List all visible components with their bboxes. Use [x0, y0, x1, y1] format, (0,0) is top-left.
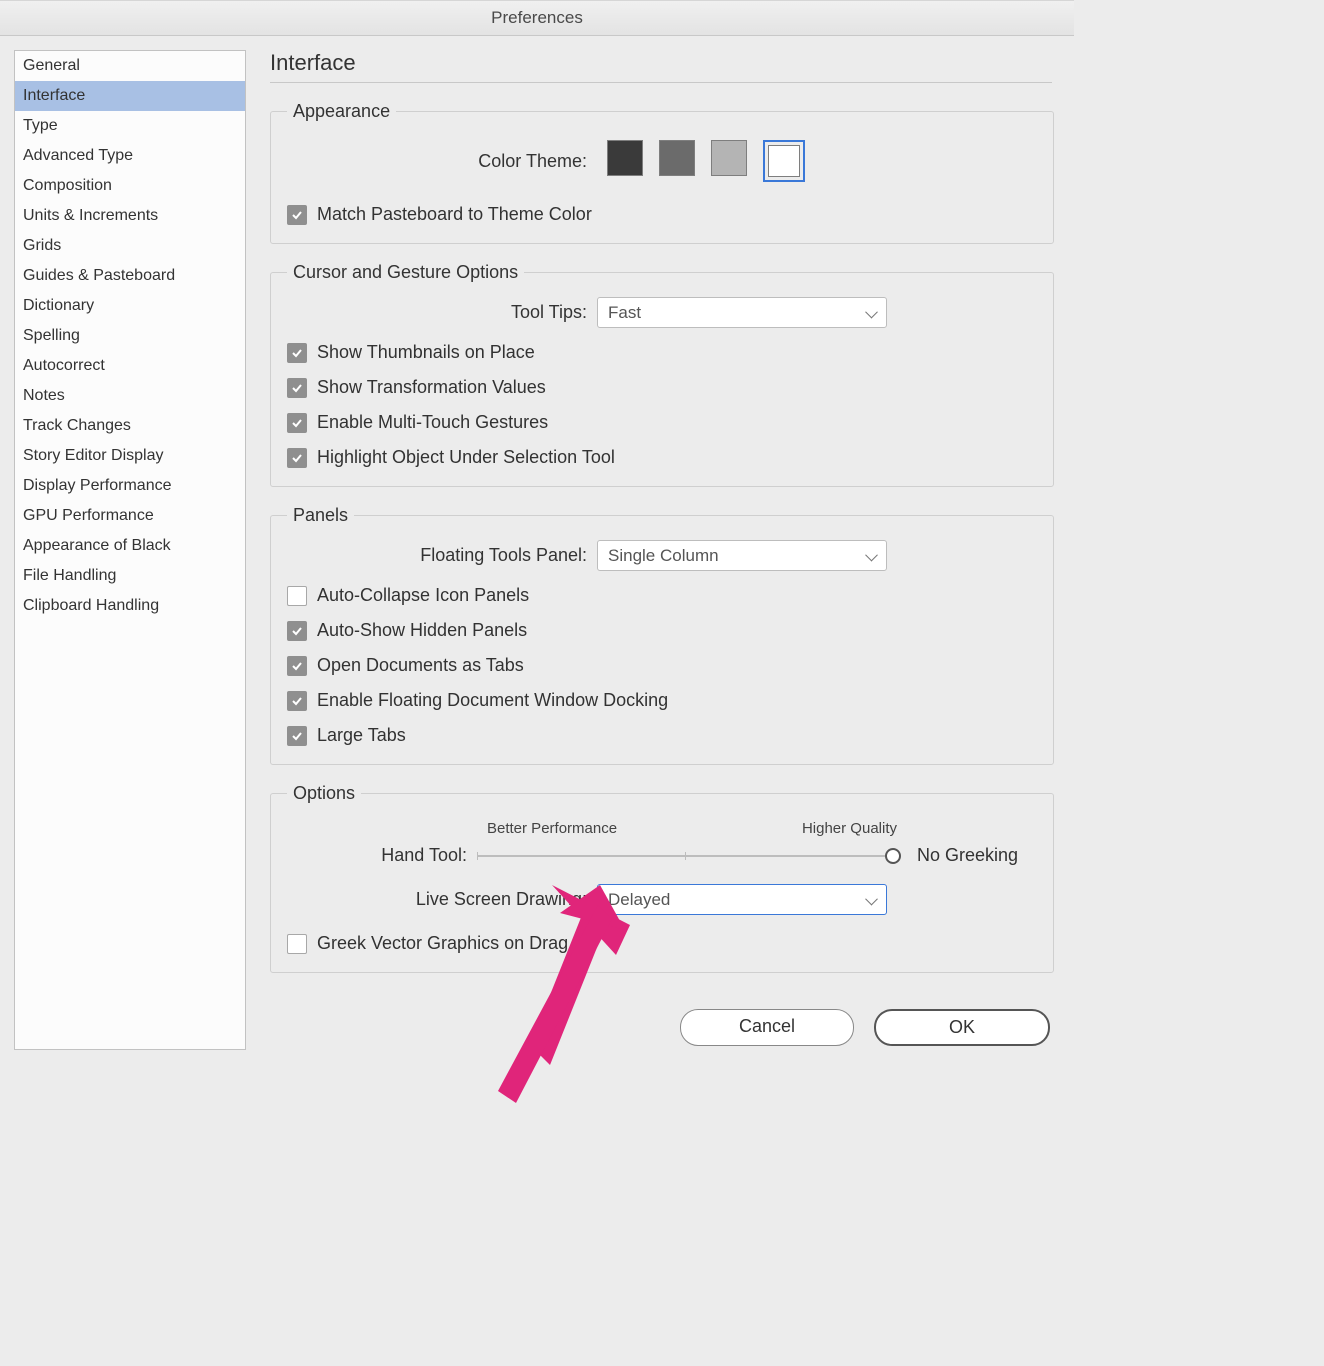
auto-collapse-checkbox[interactable]: [287, 586, 307, 606]
open-as-tabs-checkbox[interactable]: [287, 656, 307, 676]
large-tabs-label: Large Tabs: [317, 725, 406, 746]
panels-legend: Panels: [287, 505, 354, 526]
sidebar-item-story-editor-display[interactable]: Story Editor Display: [15, 441, 245, 471]
greek-vector-label: Greek Vector Graphics on Drag: [317, 933, 568, 954]
cursor-gesture-group: Cursor and Gesture Options Tool Tips: Fa…: [270, 262, 1054, 487]
match-pasteboard-label: Match Pasteboard to Theme Color: [317, 204, 592, 225]
sidebar-item-autocorrect[interactable]: Autocorrect: [15, 351, 245, 381]
color-theme-swatches: [607, 140, 805, 182]
swatch-medium-light[interactable]: [711, 140, 747, 176]
enable-multitouch-checkbox[interactable]: [287, 413, 307, 433]
sidebar-item-display-performance[interactable]: Display Performance: [15, 471, 245, 501]
swatch-dark[interactable]: [607, 140, 643, 176]
sidebar-item-file-handling[interactable]: File Handling: [15, 561, 245, 591]
no-greeking-label: No Greeking: [917, 845, 1037, 866]
higher-quality-label: Higher Quality: [802, 820, 897, 837]
auto-collapse-label: Auto-Collapse Icon Panels: [317, 585, 529, 606]
floating-tools-label: Floating Tools Panel:: [287, 545, 587, 566]
preferences-window: Preferences General Interface Type Advan…: [0, 0, 1074, 1064]
swatch-light[interactable]: [763, 140, 805, 182]
match-pasteboard-checkbox[interactable]: [287, 205, 307, 225]
sidebar-item-general[interactable]: General: [15, 51, 245, 81]
highlight-object-label: Highlight Object Under Selection Tool: [317, 447, 615, 468]
show-transformation-checkbox[interactable]: [287, 378, 307, 398]
options-legend: Options: [287, 783, 361, 804]
category-sidebar: General Interface Type Advanced Type Com…: [14, 50, 246, 1050]
main-content: Interface Appearance Color Theme:: [270, 50, 1060, 1050]
options-group: Options Better Performance Higher Qualit…: [270, 783, 1054, 973]
enable-docking-label: Enable Floating Document Window Docking: [317, 690, 668, 711]
tool-tips-select[interactable]: Fast: [597, 297, 887, 328]
color-theme-label: Color Theme:: [287, 151, 587, 172]
dialog-footer: Cancel OK: [270, 991, 1060, 1050]
tool-tips-label: Tool Tips:: [287, 302, 587, 323]
better-performance-label: Better Performance: [487, 820, 667, 837]
swatch-medium-dark[interactable]: [659, 140, 695, 176]
large-tabs-checkbox[interactable]: [287, 726, 307, 746]
appearance-group: Appearance Color Theme: Match P: [270, 101, 1054, 244]
sidebar-item-grids[interactable]: Grids: [15, 231, 245, 261]
cancel-button[interactable]: Cancel: [680, 1009, 854, 1046]
greek-vector-checkbox[interactable]: [287, 934, 307, 954]
sidebar-item-composition[interactable]: Composition: [15, 171, 245, 201]
show-thumbnails-label: Show Thumbnails on Place: [317, 342, 535, 363]
sidebar-item-appearance-of-black[interactable]: Appearance of Black: [15, 531, 245, 561]
hand-tool-slider[interactable]: [477, 855, 893, 857]
ok-button[interactable]: OK: [874, 1009, 1050, 1046]
hand-tool-label: Hand Tool:: [287, 845, 467, 866]
sidebar-item-interface[interactable]: Interface: [15, 81, 245, 111]
floating-tools-select[interactable]: Single Column: [597, 540, 887, 571]
sidebar-item-type[interactable]: Type: [15, 111, 245, 141]
live-screen-drawing-label: Live Screen Drawing:: [287, 889, 587, 910]
auto-show-hidden-label: Auto-Show Hidden Panels: [317, 620, 527, 641]
sidebar-item-notes[interactable]: Notes: [15, 381, 245, 411]
panels-group: Panels Floating Tools Panel: Single Colu…: [270, 505, 1054, 765]
show-thumbnails-checkbox[interactable]: [287, 343, 307, 363]
highlight-object-checkbox[interactable]: [287, 448, 307, 468]
enable-multitouch-label: Enable Multi-Touch Gestures: [317, 412, 548, 433]
window-title: Preferences: [0, 1, 1074, 36]
sidebar-item-guides-pasteboard[interactable]: Guides & Pasteboard: [15, 261, 245, 291]
page-title: Interface: [270, 50, 1052, 83]
enable-docking-checkbox[interactable]: [287, 691, 307, 711]
appearance-legend: Appearance: [287, 101, 396, 122]
sidebar-item-units-increments[interactable]: Units & Increments: [15, 201, 245, 231]
cursor-gesture-legend: Cursor and Gesture Options: [287, 262, 524, 283]
sidebar-item-advanced-type[interactable]: Advanced Type: [15, 141, 245, 171]
sidebar-item-clipboard-handling[interactable]: Clipboard Handling: [15, 591, 245, 621]
open-as-tabs-label: Open Documents as Tabs: [317, 655, 524, 676]
auto-show-hidden-checkbox[interactable]: [287, 621, 307, 641]
show-transformation-label: Show Transformation Values: [317, 377, 546, 398]
sidebar-item-gpu-performance[interactable]: GPU Performance: [15, 501, 245, 531]
live-screen-drawing-select[interactable]: Delayed: [597, 884, 887, 915]
sidebar-item-track-changes[interactable]: Track Changes: [15, 411, 245, 441]
sidebar-item-dictionary[interactable]: Dictionary: [15, 291, 245, 321]
sidebar-item-spelling[interactable]: Spelling: [15, 321, 245, 351]
